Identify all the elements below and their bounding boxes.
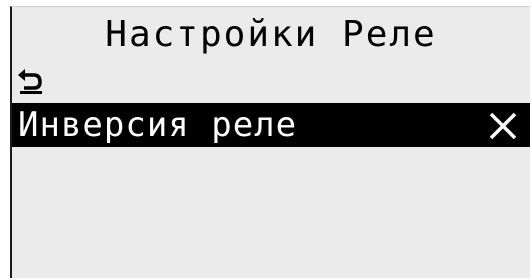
back-arrow-icon <box>18 69 42 94</box>
menu-item-relay-inversion[interactable]: Инверсия реле <box>12 103 530 147</box>
lcd-screen: Настройки Реле Инверсия реле <box>10 6 530 278</box>
screen-title: Настройки Реле <box>105 14 437 55</box>
back-button[interactable] <box>16 65 56 99</box>
menu-item-label: Инверсия реле <box>18 105 298 145</box>
cross-icon <box>489 112 517 140</box>
